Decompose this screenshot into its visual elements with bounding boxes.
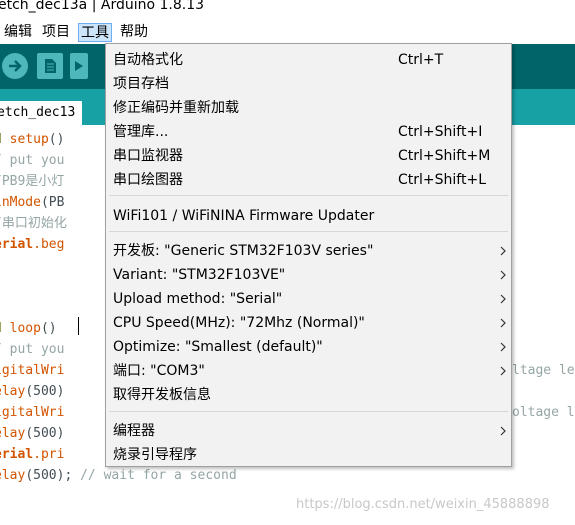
upload-arrow-icon[interactable]: [2, 53, 28, 79]
menu-item-serial-monitor[interactable]: 串口监视器 Ctrl+Shift+M: [106, 144, 511, 168]
menu-item-fix-encoding[interactable]: 修正编码并重新加载: [106, 96, 511, 120]
menu-item-board[interactable]: 开发板: "Generic STM32F103V series": [106, 239, 511, 263]
code-line: /PB9是小灯: [0, 174, 65, 189]
menu-item-auto-format[interactable]: 自动格式化 Ctrl+T: [106, 48, 511, 72]
menu-separator: [109, 231, 508, 232]
menu-bar: 编辑 项目 工具 帮助: [0, 20, 575, 44]
watermark: https://blog.csdn.net/weixin_45888898: [296, 497, 550, 512]
tab-label: etch_dec13: [0, 105, 76, 120]
code-line: igitalWri: [0, 363, 65, 378]
text-cursor: [78, 317, 79, 335]
chevron-right-icon: [500, 270, 506, 280]
code-line: elay(500): [0, 426, 65, 441]
chevron-right-icon: [500, 366, 506, 376]
code-comment-tail: ltage le: [512, 363, 575, 378]
open-icon[interactable]: [70, 53, 88, 79]
menu-item-serial-plotter[interactable]: 串口绘图器 Ctrl+Shift+L: [106, 168, 511, 192]
chevron-right-icon: [500, 426, 506, 436]
window-title: etch_dec13a | Arduino 1.8.13: [0, 0, 205, 13]
chevron-right-icon: [500, 294, 506, 304]
code-line: inMode(PB: [0, 195, 65, 210]
code-line: elay(500); // wait for a second: [0, 468, 237, 483]
menu-edit[interactable]: 编辑: [2, 23, 34, 42]
chevron-right-icon: [500, 342, 506, 352]
menu-item-variant[interactable]: Variant: "STM32F103VE": [106, 263, 511, 287]
menu-separator: [109, 195, 508, 196]
chevron-right-icon: [500, 318, 506, 328]
code-line: erial.pri: [0, 447, 65, 462]
code-line: /串口初始化: [0, 216, 67, 231]
code-line: d setup(): [0, 132, 65, 147]
menu-sketch[interactable]: 项目: [40, 23, 72, 42]
menu-item-optimize[interactable]: Optimize: "Smallest (default)": [106, 335, 511, 359]
code-line: erial.beg: [0, 237, 65, 252]
chevron-right-icon: [500, 246, 506, 256]
code-line: igitalWri: [0, 405, 65, 420]
menu-item-board-info[interactable]: 取得开发板信息: [106, 383, 511, 407]
menu-help[interactable]: 帮助: [118, 23, 150, 42]
menu-item-manage-libraries[interactable]: 管理库... Ctrl+Shift+I: [106, 120, 511, 144]
code-line: / put you: [0, 153, 65, 168]
code-comment-tail: oltage l: [512, 405, 575, 420]
menu-item-upload-method[interactable]: Upload method: "Serial": [106, 287, 511, 311]
tab-sketch[interactable]: etch_dec13: [0, 101, 82, 125]
menu-item-port[interactable]: 端口: "COM3": [106, 359, 511, 383]
code-line: elay(500): [0, 384, 65, 399]
menu-item-archive-sketch[interactable]: 项目存档: [106, 72, 511, 96]
menu-item-burn-bootloader[interactable]: 烧录引导程序: [106, 443, 511, 467]
menu-item-programmer[interactable]: 编程器: [106, 419, 511, 443]
menu-tools[interactable]: 工具: [78, 23, 112, 42]
code-line: / put you: [0, 342, 65, 357]
tools-menu: 自动格式化 Ctrl+T 项目存档 修正编码并重新加载 管理库... Ctrl+…: [105, 43, 512, 467]
menu-item-wifi-firmware-updater[interactable]: WiFi101 / WiFiNINA Firmware Updater: [106, 204, 511, 228]
code-line: d loop(): [0, 321, 57, 336]
menu-separator: [109, 411, 508, 412]
title-bar: etch_dec13a | Arduino 1.8.13: [0, 0, 575, 20]
menu-item-cpu-speed[interactable]: CPU Speed(MHz): "72Mhz (Normal)": [106, 311, 511, 335]
new-sketch-icon[interactable]: [37, 53, 63, 79]
